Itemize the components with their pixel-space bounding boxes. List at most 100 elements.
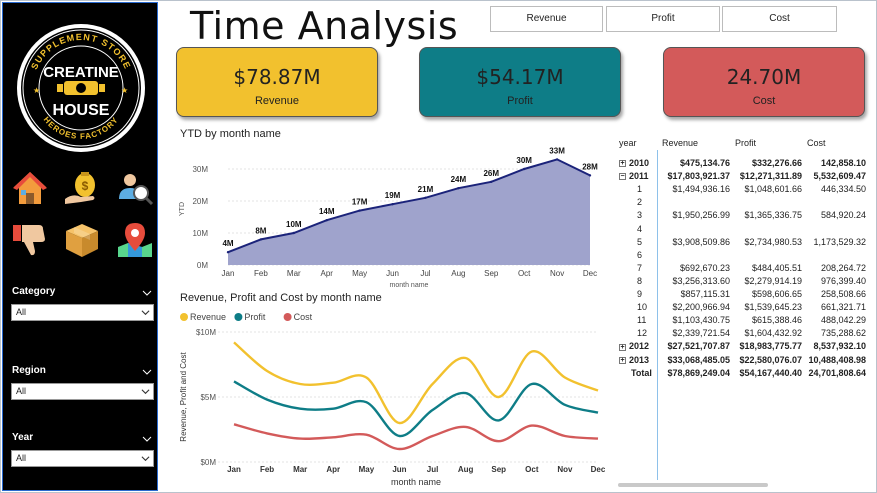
rpc-chart-title: Revenue, Profit and Cost by month name (180, 292, 382, 304)
x-tick-label: Feb (254, 269, 268, 278)
table-row: 3 $1,950,256.99 $1,365,336.75 584,920.24 (619, 209, 872, 222)
kpi-value: $78.87M (233, 65, 321, 89)
horizontal-scrollbar[interactable] (618, 483, 768, 487)
cost-cell: 258,508.66 (820, 289, 866, 299)
cost-cell: 5,532,609.47 (813, 171, 866, 182)
data-label: 4M (222, 239, 233, 248)
table-row: 6 (619, 249, 872, 262)
x-tick-label: Dec (583, 269, 597, 278)
svg-text:CREATINE: CREATINE (43, 64, 119, 81)
x-tick-label: Nov (550, 269, 564, 278)
collapse-icon[interactable]: − (619, 173, 626, 181)
legend-label: Profit (244, 312, 266, 322)
home-icon[interactable] (11, 169, 49, 207)
ytd-point (555, 158, 559, 161)
table-row: 1 $1,494,936.16 $1,048,601.66 446,334.50 (619, 183, 872, 196)
year-cell: +2013 (619, 354, 650, 365)
profit-button[interactable]: Profit (606, 6, 720, 32)
profit-cell: $1,048,601.66 (744, 184, 802, 195)
cost-cell: 10,488,408.98 (808, 354, 866, 365)
data-label: 8M (255, 226, 266, 235)
year-dropdown-value: All (16, 453, 27, 463)
year-cell: 3 (637, 210, 643, 221)
table-row[interactable]: +2010 $475,134.76 $332,276.66 142,858.10 (619, 157, 872, 170)
y-tick-label: $0M (200, 458, 216, 467)
category-dropdown[interactable]: All (11, 304, 154, 321)
product-box-icon[interactable] (63, 221, 101, 259)
chevron-down-icon[interactable] (142, 288, 152, 298)
revenue-cell: $857,115.31 (680, 289, 730, 299)
x-axis-title: month name (391, 477, 441, 487)
cost-cell: 735,288.62 (820, 328, 866, 339)
year-cell: 2 (637, 197, 643, 208)
x-tick-label: Oct (518, 269, 531, 278)
region-slicer-label: Region (12, 365, 46, 376)
x-tick-label: Oct (525, 465, 539, 474)
year-cell: 1 (637, 184, 643, 195)
x-tick-label: Sep (491, 465, 506, 474)
thumbs-down-icon[interactable] (11, 221, 49, 259)
column-header: year (619, 138, 637, 148)
profit-cell: $332,276.66 (751, 158, 802, 168)
x-tick-label: Mar (293, 465, 307, 474)
x-tick-label: Jun (392, 465, 406, 474)
data-label: 10M (286, 220, 302, 229)
data-label: 24M (451, 175, 467, 184)
profit-cell: $18,983,775.77 (739, 341, 802, 352)
table-row[interactable]: +2013 $33,068,485.05 $22,580,076.07 10,488,… (619, 354, 872, 367)
cost-button[interactable]: Cost (722, 6, 837, 32)
cost-cell: 142,858.10 (820, 158, 866, 168)
revenue-cell: $33,068,485.05 (667, 354, 730, 365)
profit-cell: $598,606.65 (751, 289, 802, 299)
table-row: 11 $1,103,430.75 $615,388.46 488,042.29 (619, 314, 872, 327)
revenue-button[interactable]: Revenue (490, 6, 603, 32)
revenue-cell: $2,200,966.94 (672, 302, 730, 313)
revenue-cell: $1,494,936.16 (672, 184, 730, 195)
table-row: 2 (619, 196, 872, 209)
data-label: 21M (418, 185, 434, 194)
cost-cell: 8,537,932.10 (813, 341, 866, 352)
svg-text:$: $ (82, 179, 89, 193)
x-tick-label: Aug (451, 269, 465, 278)
profit-cell: $54,167,440.40 (739, 367, 802, 378)
revenue-cell: $1,103,430.75 (672, 315, 730, 326)
ytd-point (457, 187, 460, 190)
year-slicer-label: Year (12, 432, 34, 443)
profit-cell: $1,604,432.92 (744, 328, 802, 339)
revenue-cell: $78,869,249.04 (667, 367, 730, 378)
cost-cell: 584,920.24 (820, 210, 866, 221)
expand-icon[interactable]: + (619, 160, 626, 168)
expand-icon[interactable]: + (619, 343, 626, 351)
year-cell: 12 (637, 328, 648, 339)
x-tick-label: Jun (386, 269, 399, 278)
chevron-down-icon (141, 456, 150, 462)
x-tick-label: Jan (227, 465, 241, 474)
cost-cell: 1,173,529.32 (813, 236, 866, 247)
table-row: 4 (619, 223, 872, 236)
chevron-down-icon[interactable] (142, 434, 152, 444)
revenue-cell: $17,803,921.37 (667, 171, 730, 182)
expand-icon[interactable]: + (619, 356, 626, 364)
column-header: Profit (735, 138, 757, 148)
map-pin-icon[interactable] (116, 221, 154, 259)
ytd-point (490, 180, 493, 183)
money-bag-icon[interactable]: $ (63, 169, 101, 207)
x-tick-label: Jan (222, 269, 235, 278)
profit-cell: $1,365,336.75 (744, 210, 802, 221)
table-row[interactable]: −2011 $17,803,921.37 $12,271,311.89 5,532,6… (619, 170, 872, 183)
revenue-cell: $1,950,256.99 (672, 210, 730, 221)
y-axis-title: YTD (179, 202, 186, 216)
revenue-cell: $27,521,707.87 (667, 341, 730, 352)
x-tick-label: Jul (427, 465, 439, 474)
chevron-down-icon[interactable] (142, 367, 152, 377)
customer-search-icon[interactable] (116, 169, 154, 207)
year-cell: 4 (637, 223, 643, 234)
x-tick-label: Nov (557, 465, 573, 474)
cost-cell: 446,334.50 (820, 184, 866, 195)
region-dropdown[interactable]: All (11, 383, 154, 400)
revenue-cell: $475,134.76 (679, 158, 730, 168)
table-row[interactable]: +2012 $27,521,707.87 $18,983,775.77 8,537,9… (619, 340, 872, 353)
year-dropdown[interactable]: All (11, 450, 154, 467)
kpi-card-cost: 24.70M Cost (663, 47, 865, 117)
x-tick-label: May (352, 269, 367, 278)
